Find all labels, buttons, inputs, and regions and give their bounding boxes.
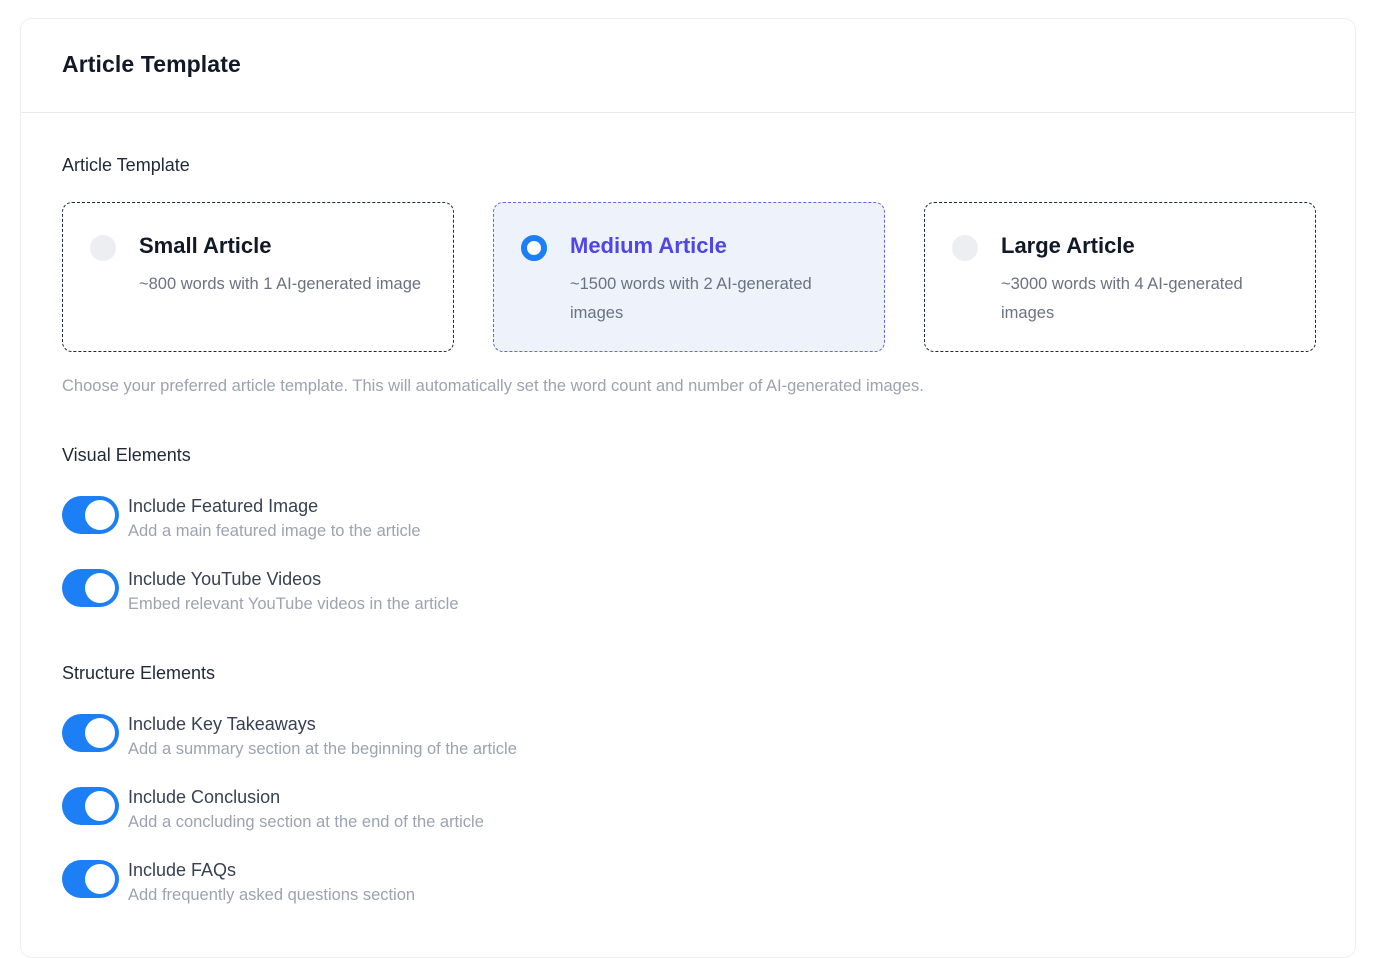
setting-title: Include FAQs <box>128 860 237 880</box>
setting-title: Include Key Takeaways <box>128 714 316 734</box>
toggle-knob <box>85 791 115 821</box>
structure-section-label: Structure Elements <box>62 663 216 683</box>
toggle-knob <box>85 573 115 603</box>
template-option-large[interactable]: Large Article ~3000 words with 4 AI-gene… <box>924 202 1316 352</box>
setting-desc: Add a summary section at the beginning o… <box>128 740 517 758</box>
faqs-toggle[interactable] <box>62 860 119 898</box>
template-desc: ~800 words with 1 AI-generated image <box>139 275 422 293</box>
radio-selected-icon[interactable] <box>521 235 547 261</box>
youtube-videos-toggle[interactable] <box>62 569 119 607</box>
template-section-label: Article Template <box>62 155 190 175</box>
template-desc: ~1500 words with 2 AI-generated images <box>570 275 812 322</box>
setting-desc: Add frequently asked questions section <box>128 886 416 904</box>
template-option-medium[interactable]: Medium Article ~1500 words with 2 AI-gen… <box>493 202 885 352</box>
setting-desc: Add a concluding section at the end of t… <box>128 813 484 831</box>
template-name: Medium Article <box>570 233 727 258</box>
radio-unselected-icon[interactable] <box>952 235 978 261</box>
template-options: Small Article ~800 words with 1 AI-gener… <box>62 202 1316 352</box>
template-name: Small Article <box>139 233 272 258</box>
toggle-knob <box>85 864 115 894</box>
article-template-card: Article Template Article Template Small … <box>20 18 1356 958</box>
featured-image-toggle[interactable] <box>62 496 119 534</box>
key-takeaways-setting: Include Key Takeaways Add a summary sect… <box>62 713 517 760</box>
toggle-knob <box>85 718 115 748</box>
template-option-small[interactable]: Small Article ~800 words with 1 AI-gener… <box>62 202 454 352</box>
setting-desc: Embed relevant YouTube videos in the art… <box>128 595 459 613</box>
faqs-setting: Include FAQs Add frequently asked questi… <box>62 859 415 906</box>
key-takeaways-toggle[interactable] <box>62 714 119 752</box>
card-title: Article Template <box>62 51 241 77</box>
template-desc: ~3000 words with 4 AI-generated images <box>1001 275 1243 322</box>
toggle-knob <box>85 500 115 530</box>
setting-title: Include Featured Image <box>128 496 319 516</box>
radio-unselected-icon[interactable] <box>90 235 116 261</box>
setting-desc: Add a main featured image to the article <box>128 522 421 540</box>
setting-title: Include Conclusion <box>128 787 281 807</box>
template-name: Large Article <box>1001 233 1135 258</box>
visual-section-label: Visual Elements <box>62 445 191 465</box>
featured-image-setting: Include Featured Image Add a main featur… <box>62 495 421 542</box>
template-help-text: Choose your preferred article template. … <box>62 377 924 395</box>
youtube-videos-setting: Include YouTube Videos Embed relevant Yo… <box>62 568 459 615</box>
setting-title: Include YouTube Videos <box>128 569 322 589</box>
conclusion-toggle[interactable] <box>62 787 119 825</box>
conclusion-setting: Include Conclusion Add a concluding sect… <box>62 786 484 833</box>
card-header: Article Template <box>21 19 1355 113</box>
